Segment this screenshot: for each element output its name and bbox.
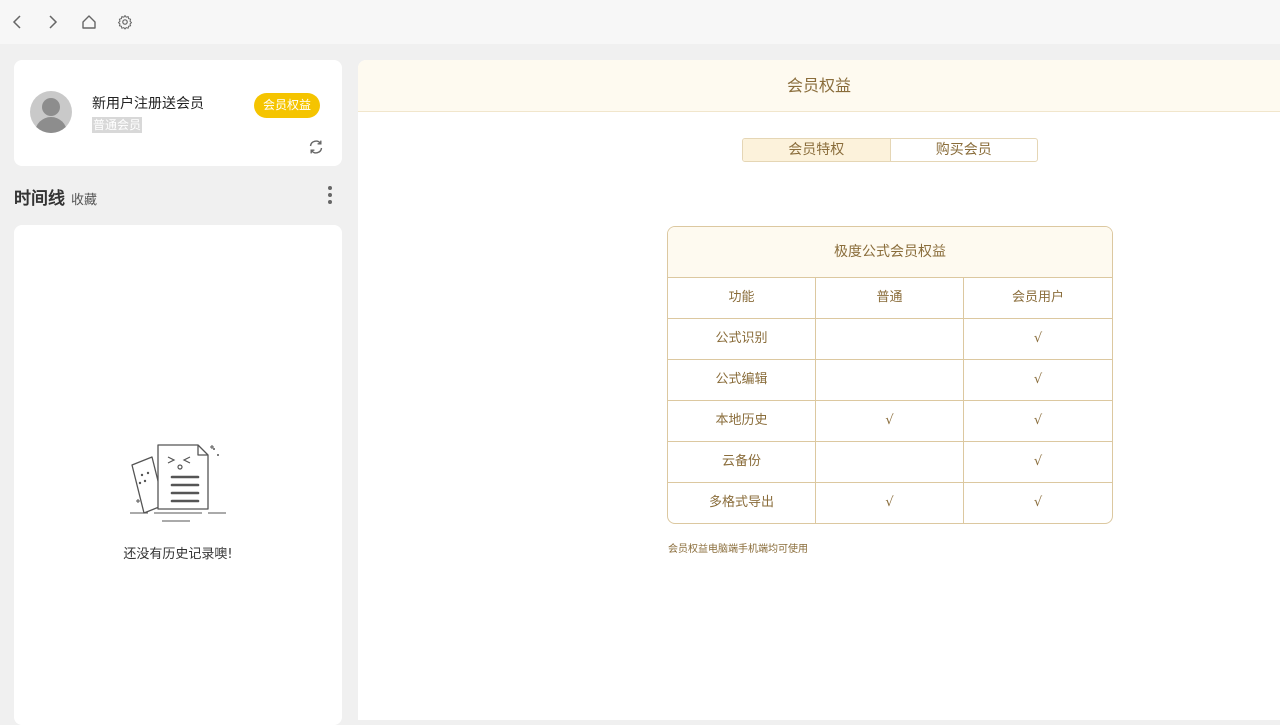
membership-level: 普通会员 bbox=[92, 117, 143, 133]
table-cell: 多格式导出 bbox=[668, 483, 816, 523]
timeline-header: 时间线 收藏 bbox=[14, 184, 342, 209]
empty-history-text: 还没有历史记录噢! bbox=[123, 547, 233, 562]
top-toolbar bbox=[0, 0, 1280, 44]
user-card: 新用户注册送会员 普通会员 会员权益 bbox=[14, 60, 342, 166]
table-cell bbox=[816, 442, 964, 482]
table-cell: 公式编辑 bbox=[668, 360, 816, 400]
benefits-note: 会员权益电脑端手机端均可使用 bbox=[668, 544, 808, 555]
refresh-icon[interactable] bbox=[307, 138, 325, 156]
member-benefits-panel: 会员权益 会员特权 购买会员 极度公式会员权益 功能 普通 会员用户 公式识别 … bbox=[358, 60, 1280, 720]
page-title: 会员权益 bbox=[358, 60, 1280, 112]
home-icon bbox=[82, 15, 96, 29]
empty-history-illustration-icon bbox=[130, 444, 226, 522]
table-header-row: 功能 普通 会员用户 bbox=[668, 278, 1112, 319]
settings-button[interactable] bbox=[116, 13, 134, 31]
avatar[interactable] bbox=[30, 91, 72, 133]
forward-icon bbox=[49, 15, 58, 29]
tab-member-privileges[interactable]: 会员特权 bbox=[743, 139, 891, 161]
table-row: 多格式导出 √ √ bbox=[668, 483, 1112, 523]
benefit-tabs: 会员特权 购买会员 bbox=[742, 138, 1038, 162]
member-benefits-button[interactable]: 会员权益 bbox=[254, 93, 321, 118]
favorites-tab[interactable]: 收藏 bbox=[71, 189, 97, 208]
table-cell: √ bbox=[1033, 495, 1043, 510]
user-name: 新用户注册送会员 bbox=[92, 96, 204, 112]
table-cell: √ bbox=[1033, 372, 1043, 387]
table-cell: 公式识别 bbox=[668, 319, 816, 359]
settings-icon bbox=[118, 15, 132, 30]
table-cell bbox=[816, 319, 964, 359]
table-header: 会员用户 bbox=[1011, 290, 1064, 305]
table-row: 云备份 √ bbox=[668, 442, 1112, 483]
back-button[interactable] bbox=[8, 13, 26, 31]
table-header: 普通 bbox=[816, 278, 964, 318]
table-cell: √ bbox=[816, 401, 964, 441]
table-title: 极度公式会员权益 bbox=[668, 227, 1112, 278]
home-button[interactable] bbox=[80, 13, 98, 31]
table-cell: 云备份 bbox=[668, 442, 816, 482]
table-cell: √ bbox=[1033, 454, 1043, 469]
history-panel: 还没有历史记录噢! bbox=[14, 225, 342, 725]
back-icon bbox=[12, 15, 21, 29]
table-cell bbox=[816, 360, 964, 400]
table-cell: 本地历史 bbox=[668, 401, 816, 441]
benefit-table: 极度公式会员权益 功能 普通 会员用户 公式识别 √ 公式编辑 √ 本地历史 √… bbox=[667, 226, 1113, 524]
table-cell: √ bbox=[1033, 331, 1043, 346]
more-options-icon[interactable] bbox=[326, 184, 334, 206]
table-cell: √ bbox=[816, 483, 964, 523]
table-cell: √ bbox=[1033, 413, 1043, 428]
forward-button[interactable] bbox=[44, 13, 62, 31]
table-header: 功能 bbox=[668, 278, 816, 318]
tab-buy-membership[interactable]: 购买会员 bbox=[891, 139, 1038, 161]
table-row: 本地历史 √ √ bbox=[668, 401, 1112, 442]
timeline-tab[interactable]: 时间线 bbox=[14, 184, 65, 209]
table-row: 公式识别 √ bbox=[668, 319, 1112, 360]
table-row: 公式编辑 √ bbox=[668, 360, 1112, 401]
